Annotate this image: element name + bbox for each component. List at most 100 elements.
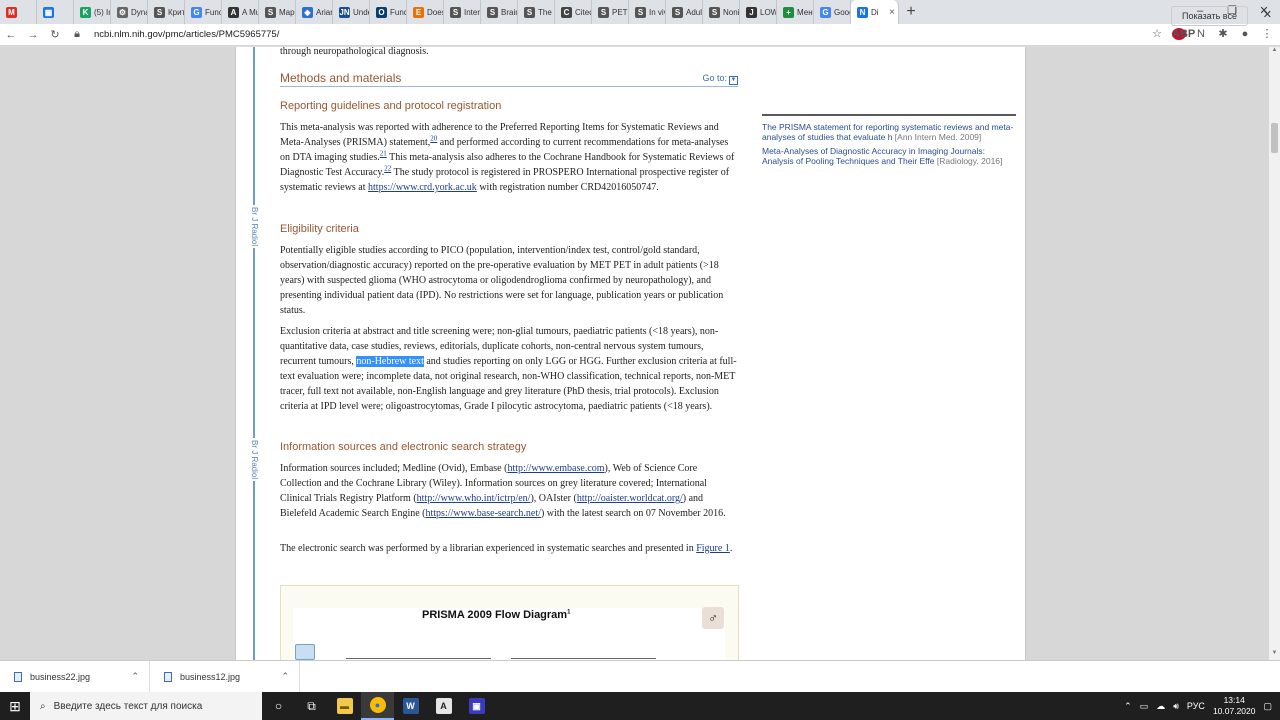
address-bar[interactable]: ncbi.nlm.nih.gov/pmc/articles/PMC5965775… — [94, 29, 279, 40]
extensions-puzzle-icon[interactable]: ✱ — [1216, 27, 1230, 40]
tab-favicon-icon: S — [524, 6, 535, 18]
browser-tab[interactable]: SIn vivo — [629, 0, 666, 24]
tab-label: Adult — [686, 7, 703, 17]
browser-tab[interactable]: ▦ — [37, 0, 74, 24]
tab-favicon-icon: G — [820, 6, 831, 18]
tab-favicon-icon: S — [635, 6, 646, 18]
reload-icon[interactable]: ↻ — [44, 28, 66, 41]
browser-tab[interactable]: AA Mult — [222, 0, 259, 24]
cortana-icon[interactable]: ○ — [262, 692, 295, 720]
flow-box-icon — [295, 644, 315, 660]
scroll-thumb[interactable] — [1271, 123, 1278, 153]
figure-thumbnail[interactable] — [280, 585, 739, 668]
back-arrow-icon[interactable]: ← — [0, 29, 22, 41]
paragraph: Potentially eligible studies according t… — [280, 245, 724, 316]
selected-text[interactable]: non-Hebrew text — [356, 356, 424, 367]
network-icon[interactable]: ▭ — [1140, 701, 1149, 712]
figure-link[interactable]: Figure 1 — [696, 543, 730, 554]
side-rule — [253, 47, 255, 660]
chevron-up-icon[interactable]: ⌃ — [281, 671, 299, 682]
tab-label: Does — [427, 7, 444, 17]
language-indicator[interactable]: РУС — [1187, 701, 1205, 711]
related-source: [Ann Intern Med. 2009] — [894, 132, 982, 142]
tab-favicon-icon: S — [709, 6, 720, 18]
browser-tab[interactable]: SMappi — [259, 0, 296, 24]
chevron-down-icon: ▼ — [729, 76, 738, 85]
subsection-title: Reporting guidelines and protocol regist… — [280, 100, 502, 112]
tab-label: Interp — [464, 7, 481, 17]
taskbar-search[interactable]: ⌕ Введите здесь текст для поиска — [30, 692, 262, 720]
tab-favicon-icon: ▦ — [43, 6, 54, 18]
tab-favicon-icon: S — [672, 6, 683, 18]
download-item[interactable]: business12.jpg ⌃ — [150, 660, 300, 693]
page-scrollbar[interactable]: ▲ ▼ — [1269, 47, 1280, 660]
browser-tab[interactable]: SInterp — [444, 0, 481, 24]
scroll-down-arrow-icon[interactable]: ▼ — [1269, 650, 1280, 660]
clock[interactable]: 13:14 10.07.2020 — [1213, 695, 1256, 717]
tray-chevron-up-icon[interactable]: ⌃ — [1124, 701, 1132, 712]
browser-tab[interactable]: SPET la — [592, 0, 629, 24]
figure-title: PRISMA 2009 Flow Diagram1 — [422, 609, 570, 621]
related-article-link[interactable]: The PRISMA statement for reporting syste… — [762, 122, 1016, 142]
browser-tab[interactable]: GGoogl — [814, 0, 851, 24]
browser-tab[interactable]: SThe M — [518, 0, 555, 24]
embase-link[interactable]: http://www.embase.com — [507, 463, 604, 474]
text: . — [729, 543, 733, 554]
browser-tab[interactable]: SNonin — [703, 0, 740, 24]
browser-tab[interactable]: C Cited — [555, 0, 592, 24]
new-tab-button[interactable]: + — [899, 0, 923, 24]
forward-arrow-icon[interactable]: → — [22, 29, 44, 41]
tab-favicon-icon: ◆ — [302, 6, 313, 18]
extension-n-icon[interactable]: N — [1194, 28, 1208, 40]
windows-start-icon[interactable]: ⊞ — [0, 698, 30, 715]
related-article-link[interactable]: Meta-Analyses of Diagnostic Accuracy in … — [762, 146, 1016, 166]
search-icon: ⌕ — [40, 700, 46, 712]
close-tab-icon[interactable]: × — [889, 7, 898, 18]
oaister-link[interactable]: http://oaister.worldcat.org/ — [577, 493, 683, 504]
tab-label: Brain — [501, 7, 518, 17]
lock-icon[interactable]: 🔒︎ — [66, 28, 88, 41]
profile-avatar-icon[interactable]: ● — [1238, 28, 1252, 40]
browser-tab[interactable]: S Brain — [481, 0, 518, 24]
show-all-downloads-button[interactable]: Показать все — [1171, 6, 1248, 26]
tab-label: A Mult — [242, 7, 258, 17]
browser-tab[interactable]: E Does — [407, 0, 444, 24]
browser-tab[interactable]: OFuncti — [370, 0, 407, 24]
citation-link[interactable]: 21 — [380, 150, 387, 158]
file-explorer-icon[interactable]: ▬ — [328, 692, 361, 720]
browser-tab[interactable]: M — [0, 0, 37, 24]
search-placeholder: Введите здесь текст для поиска — [53, 700, 203, 712]
browser-tab[interactable]: K(5) Inte — [74, 0, 111, 24]
browser-tab[interactable]: ◆Arianr — [296, 0, 333, 24]
close-download-bar-icon[interactable]: ✕ — [1263, 8, 1272, 21]
browser-tab[interactable]: JNUnder — [333, 0, 370, 24]
menu-dots-icon[interactable]: ⋮ — [1260, 27, 1274, 40]
tab-favicon-icon: O — [376, 6, 387, 18]
chrome-icon[interactable]: ● — [361, 692, 394, 720]
app-icon[interactable]: ▣ — [460, 692, 493, 720]
text: with registration number CRD42016050747. — [476, 182, 659, 193]
browser-tab[interactable]: ⚙Dynar — [111, 0, 148, 24]
word-icon[interactable]: W — [394, 692, 427, 720]
adblock-icon[interactable]: ABP — [1172, 27, 1195, 40]
bookmark-star-icon[interactable]: ☆ — [1150, 27, 1164, 40]
browser-tab[interactable]: +Мени — [777, 0, 814, 24]
base-search-link[interactable]: https://www.base-search.net/ — [426, 508, 541, 519]
chevron-up-icon[interactable]: ⌃ — [131, 671, 149, 682]
browser-tab[interactable]: GFuncti — [185, 0, 222, 24]
browser-tab[interactable]: JLOW I — [740, 0, 777, 24]
volume-icon[interactable]: 🔊︎ — [1173, 701, 1179, 712]
goto-menu[interactable]: Go to: ▼ — [702, 73, 738, 85]
who-link[interactable]: http://www.who.int/ictrp/en/ — [417, 493, 531, 504]
notifications-icon[interactable]: ▢ — [1263, 701, 1272, 712]
acrobat-icon[interactable]: A — [427, 692, 460, 720]
active-tab[interactable]: N Di × — [851, 0, 899, 24]
browser-tab[interactable]: SКрите — [148, 0, 185, 24]
download-item[interactable]: business22.jpg ⌃ — [0, 660, 150, 693]
prospero-link[interactable]: https://www.crd.york.ac.uk — [368, 182, 477, 193]
browser-tab[interactable]: S Adult — [666, 0, 703, 24]
cloud-icon[interactable]: ☁ — [1156, 701, 1165, 712]
task-view-icon[interactable]: ⧉ — [295, 692, 328, 720]
scroll-up-arrow-icon[interactable]: ▲ — [1269, 47, 1280, 57]
clock-time: 13:14 — [1223, 695, 1245, 705]
